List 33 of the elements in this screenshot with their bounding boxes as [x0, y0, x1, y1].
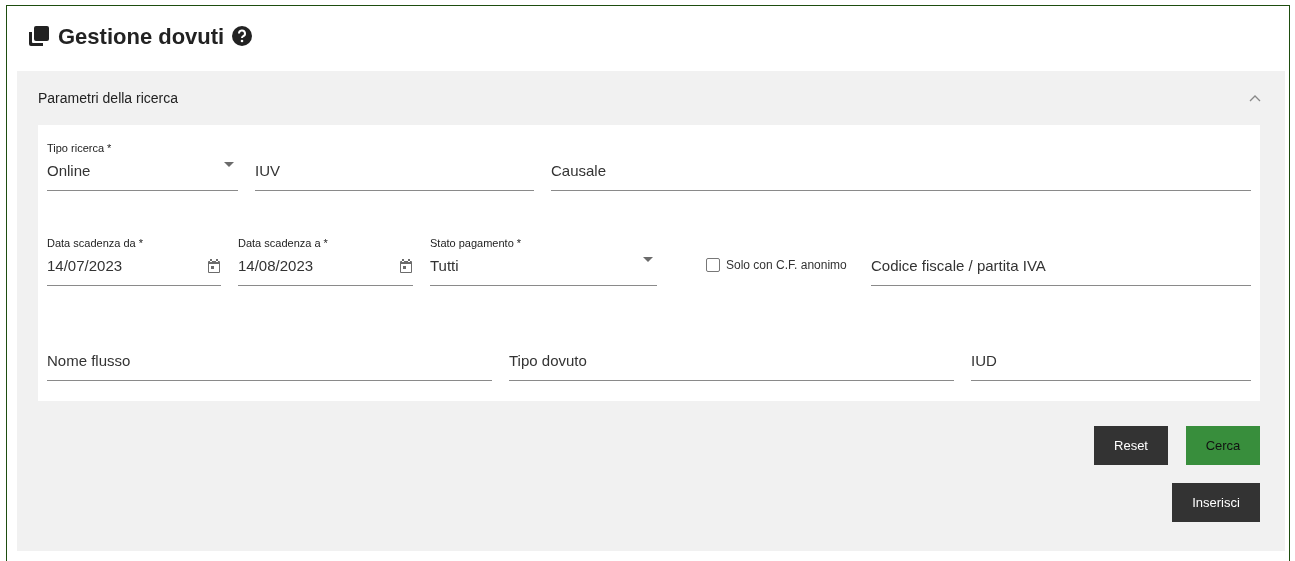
text-field[interactable]: Causale [551, 159, 1251, 191]
select-field[interactable]: Tipo ricerca * Online [47, 131, 238, 191]
panel-header[interactable]: Parametri della ricerca [17, 71, 1285, 125]
calendar-icon[interactable] [207, 257, 221, 274]
field-value: Tutti [430, 255, 459, 276]
text-field[interactable]: Tipo dovuto [509, 349, 954, 381]
field-label: Tipo ricerca * [47, 141, 113, 156]
copy-icon [28, 25, 50, 47]
text-field[interactable]: Nome flusso [47, 349, 492, 381]
dropdown-caret-icon [224, 162, 234, 168]
dropdown-caret-icon [643, 257, 653, 263]
action-button[interactable]: Cerca [1186, 426, 1260, 465]
text-field[interactable]: Codice fiscale / partita IVA [871, 254, 1251, 286]
panel-title: Parametri della ricerca [38, 88, 179, 108]
calendar-icon[interactable] [399, 257, 413, 274]
field-label: Data scadenza a * [238, 236, 329, 251]
text-field[interactable]: IUD [971, 349, 1251, 381]
action-button[interactable]: Reset [1094, 426, 1168, 465]
action-button[interactable]: Inserisci [1172, 483, 1260, 522]
field-value: 14/08/2023 [238, 255, 314, 276]
page-title: Gestione dovuti [58, 22, 225, 51]
date-field[interactable]: Data scadenza da * 14/07/2023 [47, 226, 221, 286]
checkbox-label: Solo con C.F. anonimo [726, 257, 847, 274]
field-label: Stato pagamento * [430, 236, 523, 251]
help-icon[interactable] [232, 26, 253, 46]
field-value: 14/07/2023 [47, 255, 123, 276]
field-label: Data scadenza da * [47, 236, 144, 251]
checkbox[interactable] [706, 258, 720, 272]
select-field[interactable]: Stato pagamento * Tutti [430, 226, 657, 286]
date-field[interactable]: Data scadenza a * 14/08/2023 [238, 226, 413, 286]
field-value: Online [47, 160, 91, 181]
chevron-up-icon [1249, 94, 1261, 102]
text-field[interactable]: IUV [255, 159, 534, 191]
